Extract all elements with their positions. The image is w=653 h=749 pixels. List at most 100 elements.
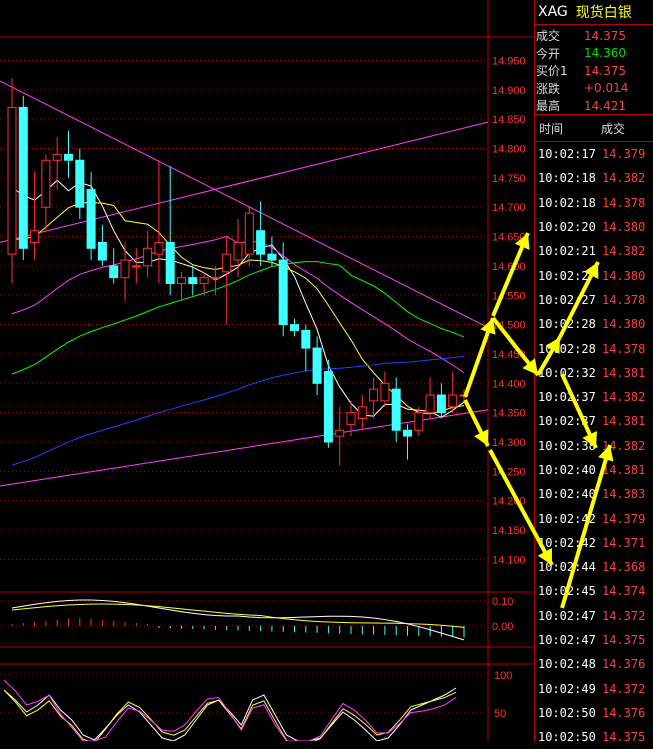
y-tick-label: 14.550 <box>492 290 526 302</box>
candle-body <box>30 230 40 243</box>
candle-body <box>18 106 28 249</box>
y-tick-label: 14.200 <box>492 496 526 508</box>
candle-body <box>459 394 469 397</box>
tick-row: 10:02:28 14.380 <box>535 312 653 336</box>
kdj-tick-label: 100 <box>494 670 512 682</box>
tick-row: 10:02:42 14.371 <box>535 531 653 555</box>
tick-price: 14.383 <box>602 487 646 502</box>
tick-price: 14.375 <box>602 730 646 745</box>
candle-body <box>52 153 62 161</box>
chart-grid <box>0 0 534 741</box>
tick-row: 10:02:20 14.380 <box>535 215 653 239</box>
candle-body <box>154 241 164 255</box>
quote-row: 成交 14.375 <box>536 27 653 45</box>
tick-time: 10:02:17 <box>538 147 596 162</box>
quote-row: 涨跌 +0.014 <box>536 80 653 98</box>
tick-time: 10:02:48 <box>538 657 596 672</box>
y-tick-label: 14.400 <box>492 378 526 390</box>
candle-body <box>222 253 232 273</box>
tick-row: 10:02:18 14.378 <box>535 191 653 215</box>
candle-body <box>188 277 198 285</box>
tick-price: 14.378 <box>602 292 646 307</box>
kline-chart[interactable]: 14.950 14.900 14.850 14.800 14.750 14.700 14.6… <box>0 0 534 741</box>
tick-time: 10:02:38 <box>538 438 596 453</box>
tick-row: 10:02:40 14.383 <box>535 482 653 506</box>
candle-body <box>357 406 367 420</box>
candle-body <box>323 371 333 443</box>
ma30-line <box>11 261 465 375</box>
tick-time: 10:02:21 <box>538 244 596 259</box>
tick-row: 10:02:32 14.381 <box>535 361 653 385</box>
tick-row: 10:02:37 14.381 <box>535 409 653 433</box>
tick-row: 10:02:40 14.381 <box>535 458 653 482</box>
tick-price: 14.371 <box>602 535 646 550</box>
tick-price: 14.381 <box>602 463 646 477</box>
tick-time: 10:02:27 <box>538 292 596 307</box>
tick-price: 14.374 <box>602 584 646 599</box>
tick-row: 10:02:21 14.382 <box>535 239 653 263</box>
tick-row: 10:02:49 14.372 <box>535 677 653 701</box>
y-tick-label: 14.450 <box>492 349 526 361</box>
col-time: 时间 <box>539 121 564 136</box>
quote-value: 14.421 <box>584 98 626 113</box>
candle-body <box>120 259 130 279</box>
symbol-code: XAG <box>538 4 568 20</box>
candle-body <box>301 329 311 349</box>
candle-body <box>256 230 266 255</box>
tick-row: 10:02:18 14.382 <box>535 166 653 190</box>
y-tick-label: 14.100 <box>492 554 526 566</box>
y-tick-label: 14.650 <box>492 232 526 244</box>
tick-price: 14.376 <box>602 705 646 720</box>
tick-price: 14.372 <box>602 681 646 696</box>
y-tick-label: 14.250 <box>492 466 526 478</box>
tick-price: 14.379 <box>602 147 646 162</box>
quote-value: 14.375 <box>584 28 626 43</box>
tick-price: 14.382 <box>602 390 646 405</box>
tick-table-header: 时间 成交 <box>535 115 653 142</box>
candle-body <box>403 429 412 437</box>
tick-row: 10:02:45 14.374 <box>535 579 653 603</box>
tick-time: 10:02:42 <box>538 535 596 550</box>
tick-price: 14.381 <box>602 414 646 429</box>
quote-label: 涨跌 <box>536 81 561 96</box>
tick-time: 10:02:50 <box>538 705 596 720</box>
tick-price: 14.378 <box>602 195 646 210</box>
kdj-tick-label: 50 <box>494 708 506 720</box>
kdj-panel: 100 50 <box>0 663 534 741</box>
tick-time: 10:02:32 <box>538 365 596 380</box>
col-price: 成交 <box>601 121 626 136</box>
candle-body <box>425 394 435 414</box>
tick-time: 10:02:37 <box>538 390 596 405</box>
tick-row: 10:02:44 14.368 <box>535 555 653 579</box>
candle-body <box>391 388 401 431</box>
quote-label: 最高 <box>536 99 561 114</box>
candle-body <box>41 159 51 208</box>
tick-row: 10:02:27 14.378 <box>535 288 653 312</box>
candle-body <box>177 277 186 285</box>
tick-row: 10:02:48 14.376 <box>535 652 653 676</box>
tick-list[interactable]: 10:02:17 14.379 10:02:18 14.382 10:02:18 14.3… <box>535 142 653 749</box>
quote-row: 今开 14.360 <box>536 45 653 63</box>
tick-time: 10:02:40 <box>538 463 596 477</box>
tick-row: 10:02:47 14.375 <box>535 628 653 652</box>
tick-price: 14.382 <box>602 244 646 259</box>
tick-price: 14.375 <box>602 633 646 648</box>
candle-body <box>131 265 141 268</box>
candle-body <box>369 388 379 402</box>
tick-row: 10:02:38 14.382 <box>535 434 653 458</box>
tick-time: 10:02:20 <box>538 220 596 235</box>
candle-body <box>86 189 96 249</box>
candle-body <box>97 241 107 261</box>
symbol-header: XAG 现货白银 <box>535 0 653 25</box>
tick-time: 10:02:44 <box>538 560 596 575</box>
tick-time: 10:02:28 <box>538 317 596 332</box>
tick-time: 10:02:37 <box>538 414 596 429</box>
tick-row: 10:02:37 14.382 <box>535 385 653 409</box>
resistance-trendline <box>0 80 489 328</box>
tick-price: 14.380 <box>602 268 646 283</box>
tick-time: 10:02:2 <box>538 268 589 283</box>
tick-time: 10:02:40 <box>538 487 596 502</box>
y-tick-label: 14.950 <box>492 55 526 67</box>
y-tick-label: 14.300 <box>492 437 526 449</box>
y-tick-label: 14.600 <box>492 261 526 273</box>
